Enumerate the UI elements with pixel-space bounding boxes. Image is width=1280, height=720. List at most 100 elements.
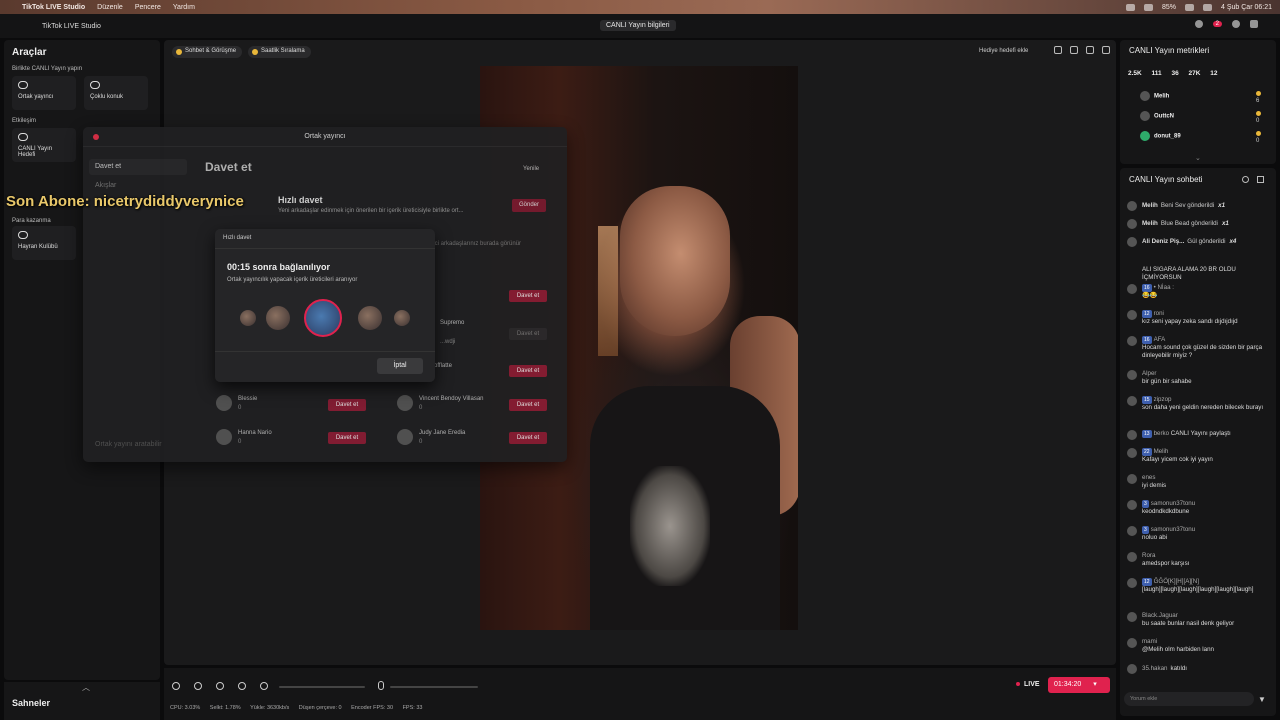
invite-button[interactable]: Davet et [328, 399, 366, 411]
chat-user[interactable]: Ali Deniz Piş... [1142, 238, 1184, 245]
chat-user[interactable]: ĞĞÖ[K][H][A][N] [1154, 578, 1199, 585]
viewers-metric: 111 [1151, 70, 1162, 77]
close-icon[interactable] [93, 134, 99, 140]
chat-user[interactable]: berko [1154, 430, 1169, 437]
gifter-row[interactable]: donut_89 0 [1130, 131, 1259, 144]
effects-icon[interactable] [1070, 46, 1078, 54]
invite-button[interactable]: Davet et [509, 290, 547, 302]
menu-app-name[interactable]: TikTok LIVE Studio [22, 4, 85, 11]
level-badge: 3 [1142, 526, 1149, 534]
side-streams[interactable]: Akışlar [95, 182, 116, 189]
level-badge: 3 [1142, 500, 1149, 508]
chat-user[interactable]: samonun37tonu [1151, 526, 1195, 533]
wifi-icon[interactable] [1185, 3, 1195, 11]
divider [215, 248, 435, 249]
chat-user[interactable]: Melih [1154, 448, 1169, 455]
mic-slider[interactable] [390, 686, 478, 688]
settings-icon[interactable] [238, 682, 246, 690]
tile-live-goal[interactable]: CANLI Yayın Hedefi [12, 128, 76, 162]
live-timer-button[interactable]: 01:34:20 ▾ [1048, 677, 1110, 693]
chat-user[interactable]: Melih [1142, 220, 1158, 227]
live-info-button[interactable]: CANLI Yayın bilgileri [600, 20, 676, 31]
cancel-button[interactable]: İptal [377, 358, 423, 374]
settings-icon[interactable] [1242, 176, 1249, 183]
popout-icon[interactable] [1257, 176, 1264, 183]
invite-button[interactable]: Davet et [509, 365, 547, 377]
avatar [1127, 474, 1137, 484]
hourly-rank-chip[interactable]: Saatlik Sıralama [248, 46, 311, 58]
chat-message: 12 roni kız seni yapay zeka sandı dıjdıjdı… [1142, 310, 1272, 326]
layout-icon[interactable] [216, 682, 224, 690]
chat-user[interactable]: zipzop [1154, 396, 1172, 403]
chat-user[interactable]: mami [1142, 638, 1157, 645]
invite-button-disabled[interactable]: Davet et [509, 328, 547, 340]
gifter-row[interactable]: OuttcN 0 [1130, 111, 1259, 124]
control-center-icon[interactable] [1203, 3, 1213, 11]
record-toggle-icon[interactable] [172, 682, 180, 690]
avatar [1140, 131, 1150, 141]
chevron-up-icon[interactable]: ︿ [82, 682, 90, 693]
home-icon[interactable] [1250, 20, 1258, 28]
invite-button[interactable]: Davet et [509, 432, 547, 444]
avatar [1127, 430, 1137, 440]
users-icon [90, 81, 100, 89]
volume-slider[interactable] [279, 686, 365, 688]
live-chat-panel: CANLI Yayın sohbeti Melih Beni Sev gönder… [1120, 168, 1276, 716]
tile-multi-guest[interactable]: Çoklu konuk [84, 76, 148, 110]
invite-button[interactable]: Davet et [509, 399, 547, 411]
followers-metric: 12 [1210, 70, 1218, 77]
side-invite[interactable]: Davet et [89, 159, 187, 175]
chat-user[interactable]: enes [1142, 474, 1155, 481]
window-titlebar: TikTok LIVE Studio CANLI Yayın bilgileri… [0, 14, 1280, 38]
chevron-down-icon[interactable]: ▾ [1093, 681, 1097, 688]
live-metrics-panel: CANLI Yayın metrikleri 2.5K 111 36 27K 1… [1120, 40, 1276, 164]
mic-icon[interactable] [378, 681, 384, 690]
chat-user[interactable]: 35.hakan [1142, 665, 1167, 672]
record-icon[interactable] [1054, 46, 1062, 54]
side-bottom-option[interactable]: Ortak yayını aratabilir [95, 441, 162, 448]
avatar [240, 310, 256, 326]
pen-icon[interactable] [194, 682, 202, 690]
menu-yardim[interactable]: Yardım [173, 4, 195, 11]
speaker-icon[interactable] [260, 682, 268, 690]
refresh-button[interactable]: Yenile [523, 166, 539, 172]
chat-message: Rora amedspor karşısı [1142, 552, 1272, 568]
help-icon[interactable] [1232, 20, 1240, 28]
status-icon[interactable] [1126, 3, 1135, 11]
chat-user[interactable]: Melih [1142, 202, 1158, 209]
share-icon[interactable] [1102, 46, 1110, 54]
bell-icon[interactable] [1194, 20, 1203, 28]
filter-icon[interactable]: ▼ [1258, 695, 1266, 704]
menu-pencere[interactable]: Pencere [135, 4, 161, 11]
chat-user[interactable]: Black.Jaguar [1142, 612, 1178, 619]
comment-input[interactable]: Yorum ekle [1124, 692, 1254, 706]
chat-user[interactable]: • Nİaa : [1154, 284, 1174, 291]
popup-title: Hızlı davet [223, 235, 252, 241]
send-button[interactable]: Gönder [512, 199, 546, 212]
section-interaction: Etkileşim [12, 118, 37, 124]
status-icon[interactable] [1144, 3, 1153, 11]
chat-user[interactable]: samonun37tonu [1151, 500, 1195, 507]
level-badge: 22 [1142, 448, 1152, 456]
menu-duzenle[interactable]: Düzenle [97, 4, 123, 11]
portrait-icon[interactable] [1086, 46, 1094, 54]
shirt-print [630, 466, 710, 586]
chat-message: Alper bir gün bir sahabe [1142, 370, 1272, 386]
avatar [1127, 638, 1137, 648]
background-lamp [598, 226, 618, 356]
chat-user[interactable]: Rora [1142, 552, 1155, 559]
chat-user[interactable]: Alper [1142, 370, 1156, 377]
gift-text: Beni Sev gönderildi [1160, 202, 1215, 209]
add-gift-goal-button[interactable]: Hediye hedefi ekle [979, 48, 1028, 54]
chat-user[interactable]: roni [1154, 310, 1164, 317]
tile-fan-club[interactable]: Hayran Kulübü [12, 226, 76, 260]
expand-icon[interactable]: ⌄ [1195, 154, 1201, 162]
chat-user[interactable]: AFA [1154, 336, 1166, 343]
scenes-panel: ︿ Sahneler [4, 682, 160, 720]
gifter-row[interactable]: Melih 6 [1130, 91, 1259, 104]
invite-button[interactable]: Davet et [328, 432, 366, 444]
tile-co-host[interactable]: Ortak yayıncı [12, 76, 76, 110]
chat-text: noluo abi [1142, 534, 1168, 541]
level-badge: 13 [1142, 430, 1152, 438]
chat-talk-chip[interactable]: Sohbet & Görüşme [172, 46, 243, 58]
